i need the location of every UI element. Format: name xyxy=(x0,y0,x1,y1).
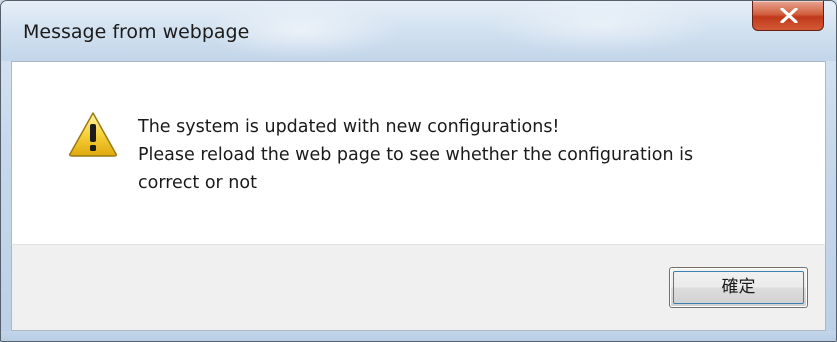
dialog-title: Message from webpage xyxy=(23,21,250,43)
ok-button-label: 確定 xyxy=(721,277,756,297)
close-button[interactable] xyxy=(752,1,824,31)
dialog-titlebar[interactable]: Message from webpage xyxy=(1,1,836,61)
dialog-content: The system is updated with new configura… xyxy=(11,61,826,244)
warning-icon xyxy=(69,112,117,157)
message-line-2: Please reload the web page to see whethe… xyxy=(138,145,694,165)
message-line-3: correct or not xyxy=(138,173,257,193)
dialog-message: The system is updated with new configura… xyxy=(138,113,693,197)
close-icon xyxy=(780,8,798,23)
message-line-1: The system is updated with new configura… xyxy=(138,117,560,137)
window-bottom-frame xyxy=(1,331,836,341)
message-dialog: Message from webpage The system is updat… xyxy=(0,0,837,342)
dialog-footer: 確定 xyxy=(11,244,826,331)
ok-button[interactable]: 確定 xyxy=(669,267,808,308)
